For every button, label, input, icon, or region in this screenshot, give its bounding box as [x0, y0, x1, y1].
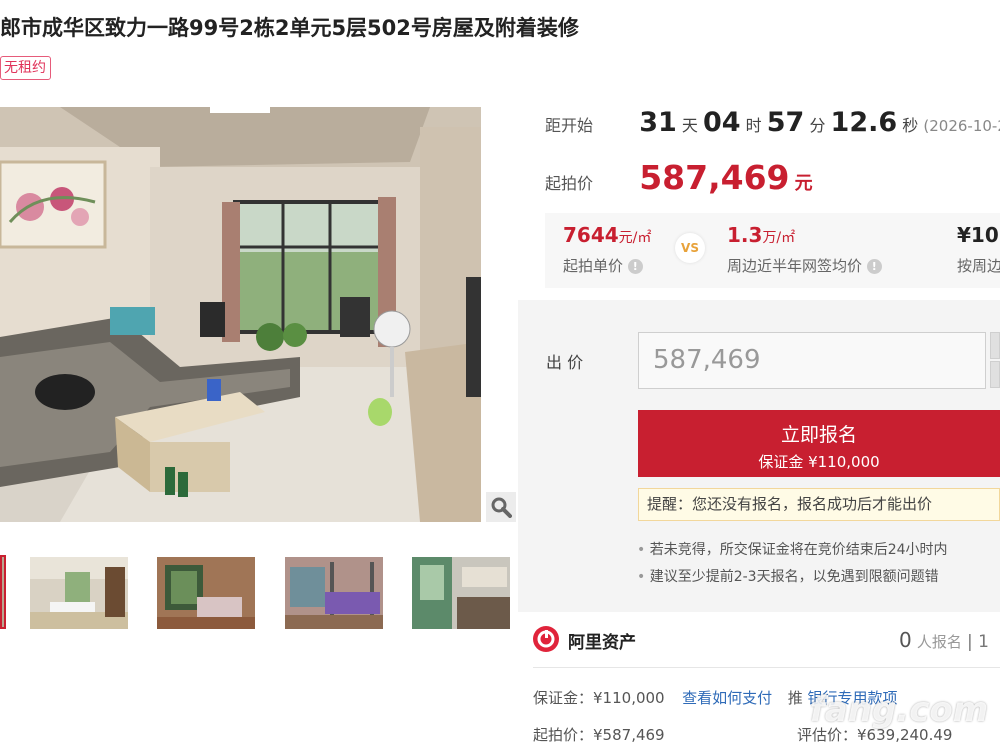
increase-bid-button[interactable]: [990, 332, 1000, 359]
signup-label: 人报名: [916, 633, 962, 651]
divider: [533, 667, 1000, 668]
deposit-label: 保证金：: [533, 689, 594, 707]
lease-status-badge: 无租约: [0, 56, 51, 80]
watermark: fang.com: [810, 690, 989, 730]
note-text: 若未竞得，所交保证金将在竞价结束后24小时内: [649, 542, 948, 558]
countdown-row: 距开始 31 天 04 时 57 分 12.6 秒 (2026-10-2: [545, 107, 1000, 138]
logo-icon: [537, 630, 555, 648]
unit-price-value: 7644: [563, 223, 619, 247]
main-property-photo[interactable]: [0, 107, 481, 522]
deposit-text: 保证金 ¥110,000: [758, 453, 880, 471]
bid-amount-input[interactable]: 587,469: [638, 332, 986, 389]
note-text: 建议至少提前2-3天报名，以免遇到限额问题错: [649, 569, 939, 585]
minutes-unit: 分: [809, 116, 826, 135]
third-label: 按周边: [957, 257, 1000, 275]
page-title: 郎市成华区致力一路99号2栋2单元5层502号房屋及附着装修: [0, 16, 579, 40]
note-item: • 建议至少提前2-3天报名，以免遇到限额问题错: [637, 569, 939, 585]
price-comparison-panel: 7644元/㎡ 起拍单价 ! VS 1.3万/㎡ 周边近半年网签均价 ! ¥10…: [545, 213, 1000, 288]
register-label: 立即报名: [780, 424, 857, 446]
third-value: 10: [970, 223, 999, 247]
third-value-prefix: ¥: [957, 223, 971, 247]
starting-price-label: 起拍价: [545, 174, 594, 193]
living-room-image: [0, 107, 481, 522]
starting-price-unit: 元: [794, 173, 813, 194]
starting-price-row: 起拍价 587,469 元: [545, 158, 813, 197]
register-now-button[interactable]: 立即报名 保证金 ¥110,000: [638, 410, 1000, 477]
thumbnail-bedroom-2[interactable]: [285, 557, 383, 629]
thumbnail-selected[interactable]: [0, 555, 6, 629]
thumbnail-image: [412, 557, 510, 629]
info-icon[interactable]: !: [866, 259, 882, 274]
deposit-value: ¥110,000: [593, 689, 665, 707]
zoom-button[interactable]: [486, 492, 516, 522]
magnifier-icon: [491, 497, 512, 518]
unit-price-label: 起拍单价: [563, 257, 624, 275]
seconds-unit: 秒: [902, 116, 919, 135]
hours-unit: 时: [745, 116, 762, 135]
bid-label: 出 价: [546, 353, 584, 372]
start-detail-label: 起拍价：: [533, 726, 594, 744]
starting-price-value: 587,469: [639, 158, 790, 197]
thumbnail-image: [157, 557, 255, 629]
signup-count: 0: [899, 628, 912, 652]
start-price-detail-row: 起拍价：¥587,469: [533, 724, 665, 745]
start-detail-value: ¥587,469: [593, 726, 665, 744]
countdown-hours: 04: [702, 107, 741, 138]
countdown-label: 距开始: [545, 116, 594, 135]
provider-name: 阿里资产: [568, 633, 636, 653]
info-icon[interactable]: !: [627, 259, 643, 274]
countdown-minutes: 57: [766, 107, 805, 138]
note-item: • 若未竞得，所交保证金将在竞价结束后24小时内: [637, 542, 948, 558]
countdown-days: 31: [639, 107, 677, 138]
thumbnail-bedroom-1[interactable]: [157, 557, 255, 629]
start-date: (2026-10-2: [923, 117, 1000, 135]
unit-price-unit: 元/㎡: [618, 230, 652, 246]
area-avg-label: 周边近半年网签均价: [727, 257, 863, 275]
vs-badge: VS: [675, 233, 705, 263]
area-avg-value: 1.3: [727, 223, 763, 247]
decrease-bid-button[interactable]: [990, 361, 1000, 388]
thumbnail-image: [30, 557, 128, 629]
countdown-seconds: 12.6: [830, 107, 898, 138]
reminder-box: 提醒：您还没有报名，报名成功后才能出价: [638, 488, 1000, 521]
signup-count-row: 0 人报名 | 1: [899, 628, 989, 652]
thumbnail-dining-room[interactable]: [30, 557, 128, 629]
thumbnail-image: [285, 557, 383, 629]
days-unit: 天: [681, 116, 698, 135]
thumbnail-kitchen[interactable]: [412, 557, 510, 629]
ali-asset-logo: [533, 626, 559, 652]
how-to-pay-link[interactable]: 查看如何支付: [682, 689, 772, 707]
area-avg-unit: 万/㎡: [762, 230, 796, 246]
designated-prefix: 推: [787, 689, 803, 707]
signup-separator: | 1: [966, 632, 989, 652]
